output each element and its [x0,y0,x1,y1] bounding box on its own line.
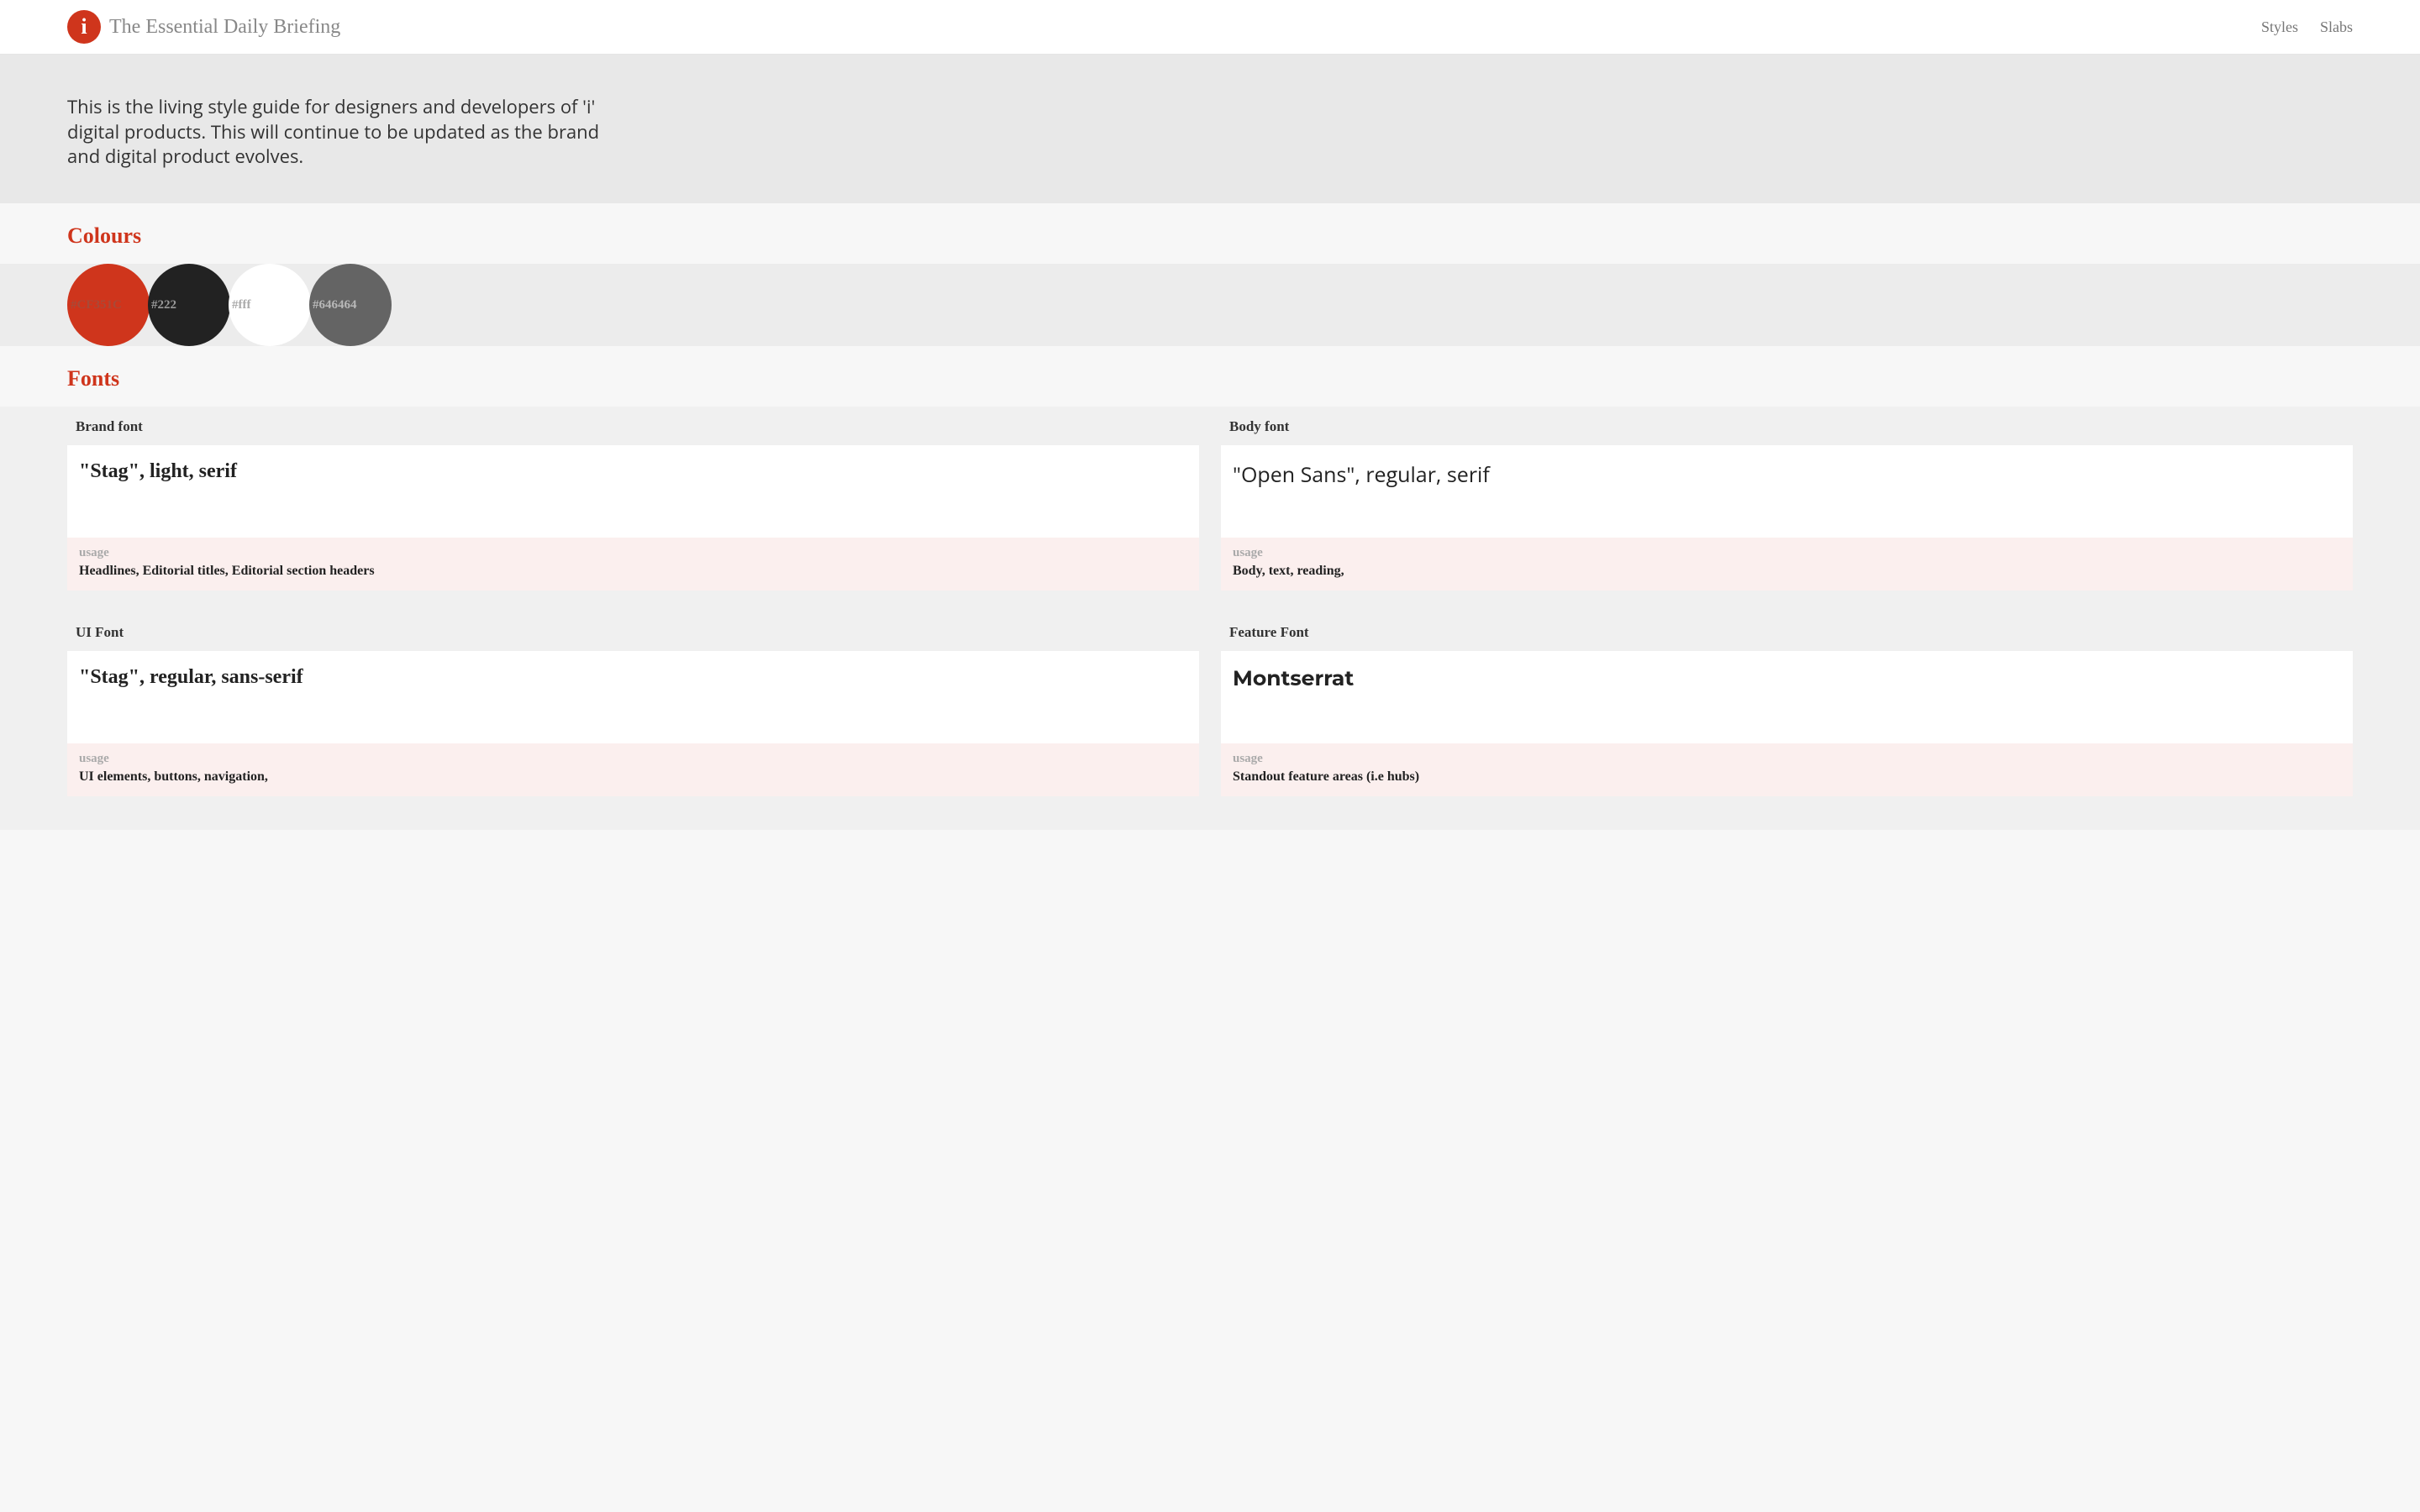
font-sample-text: "Open Sans", regular, serif [1233,460,2341,489]
swatch-hex: #646464 [313,298,357,312]
font-usage: usage UI elements, buttons, navigation, [67,743,1199,796]
usage-text: Body, text, reading, [1233,564,2341,579]
font-label: Feature Font [1221,612,2353,651]
usage-text: Headlines, Editorial titles, Editorial s… [79,564,1187,579]
font-card-brand: Brand font "Stag", light, serif usage He… [67,407,1199,591]
swatch-hex: #fff [232,298,251,312]
section-header-colours: Colours [0,203,2420,264]
main-nav: Styles Slabs [2261,18,2353,36]
colour-swatch: #CF351C [67,264,150,346]
font-card-body: Body font "Open Sans", regular, serif us… [1221,407,2353,591]
colours-title: Colours [67,223,2353,249]
font-usage: usage Body, text, reading, [1221,538,2353,591]
intro-section: This is the living style guide for desig… [0,55,2420,203]
usage-label: usage [79,546,1187,560]
swatch-hex: #222 [151,298,176,312]
font-sample-text: "Stag", light, serif [79,460,1187,483]
font-sample-text: "Stag", regular, sans-serif [79,666,1187,689]
logo-icon[interactable]: i [67,10,101,44]
font-label: Body font [1221,407,2353,445]
colour-swatch: #646464 [309,264,392,346]
font-sample: "Stag", regular, sans-serif [67,651,1199,743]
logo-letter: i [81,16,87,38]
font-sample-text: Montserrat [1233,666,2341,691]
colours-row: #CF351C #222 #fff #646464 [0,264,2420,346]
font-sample: "Open Sans", regular, serif [1221,445,2353,538]
font-label: Brand font [67,407,1199,445]
font-sample: "Stag", light, serif [67,445,1199,538]
usage-text: Standout feature areas (i.e hubs) [1233,769,2341,785]
section-header-fonts: Fonts [0,346,2420,407]
brand-title: The Essential Daily Briefing [109,16,340,39]
colour-swatch: #fff [229,264,311,346]
font-card-feature: Feature Font Montserrat usage Standout f… [1221,612,2353,796]
colour-swatch: #222 [148,264,230,346]
font-usage: usage Headlines, Editorial titles, Edito… [67,538,1199,591]
nav-styles[interactable]: Styles [2261,18,2298,36]
header-brand: i The Essential Daily Briefing [67,10,340,44]
fonts-title: Fonts [67,366,2353,391]
usage-label: usage [1233,752,2341,766]
font-label: UI Font [67,612,1199,651]
usage-label: usage [1233,546,2341,560]
fonts-grid: Brand font "Stag", light, serif usage He… [0,407,2420,830]
font-card-ui: UI Font "Stag", regular, sans-serif usag… [67,612,1199,796]
nav-slabs[interactable]: Slabs [2320,18,2353,36]
swatch-hex: #CF351C [71,298,122,312]
usage-label: usage [79,752,1187,766]
font-usage: usage Standout feature areas (i.e hubs) [1221,743,2353,796]
intro-text: This is the living style guide for desig… [67,95,605,170]
usage-text: UI elements, buttons, navigation, [79,769,1187,785]
font-sample: Montserrat [1221,651,2353,743]
site-header: i The Essential Daily Briefing Styles Sl… [0,0,2420,55]
